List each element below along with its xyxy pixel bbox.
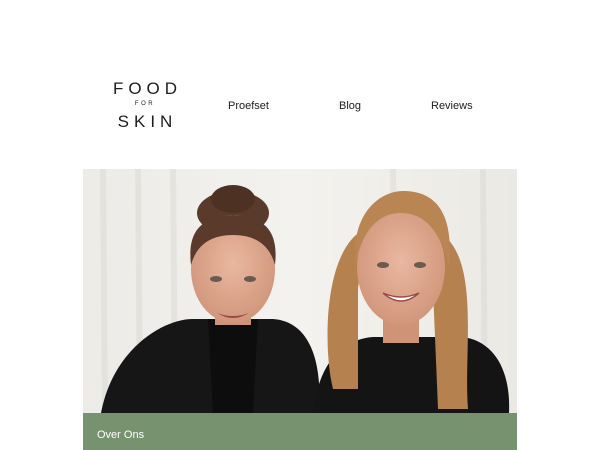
banner-label: Over Ons [97, 429, 145, 441]
food-for-skin-logo[interactable]: FOOD FOR SKIN [108, 80, 182, 130]
logo-line-skin: SKIN [117, 112, 178, 131]
nav-link-reviews[interactable]: Reviews [431, 100, 473, 112]
over-ons-banner[interactable]: Over Ons [83, 413, 517, 450]
nav-link-proefset[interactable]: Proefset [228, 100, 269, 112]
hero-photo [83, 169, 517, 413]
logo-line-food: FOOD [112, 79, 183, 98]
nav-link-blog[interactable]: Blog [339, 100, 361, 112]
site-header: FOOD FOR SKIN Proefset Blog Reviews [0, 0, 600, 168]
logo-line-for: FOR [134, 101, 156, 107]
